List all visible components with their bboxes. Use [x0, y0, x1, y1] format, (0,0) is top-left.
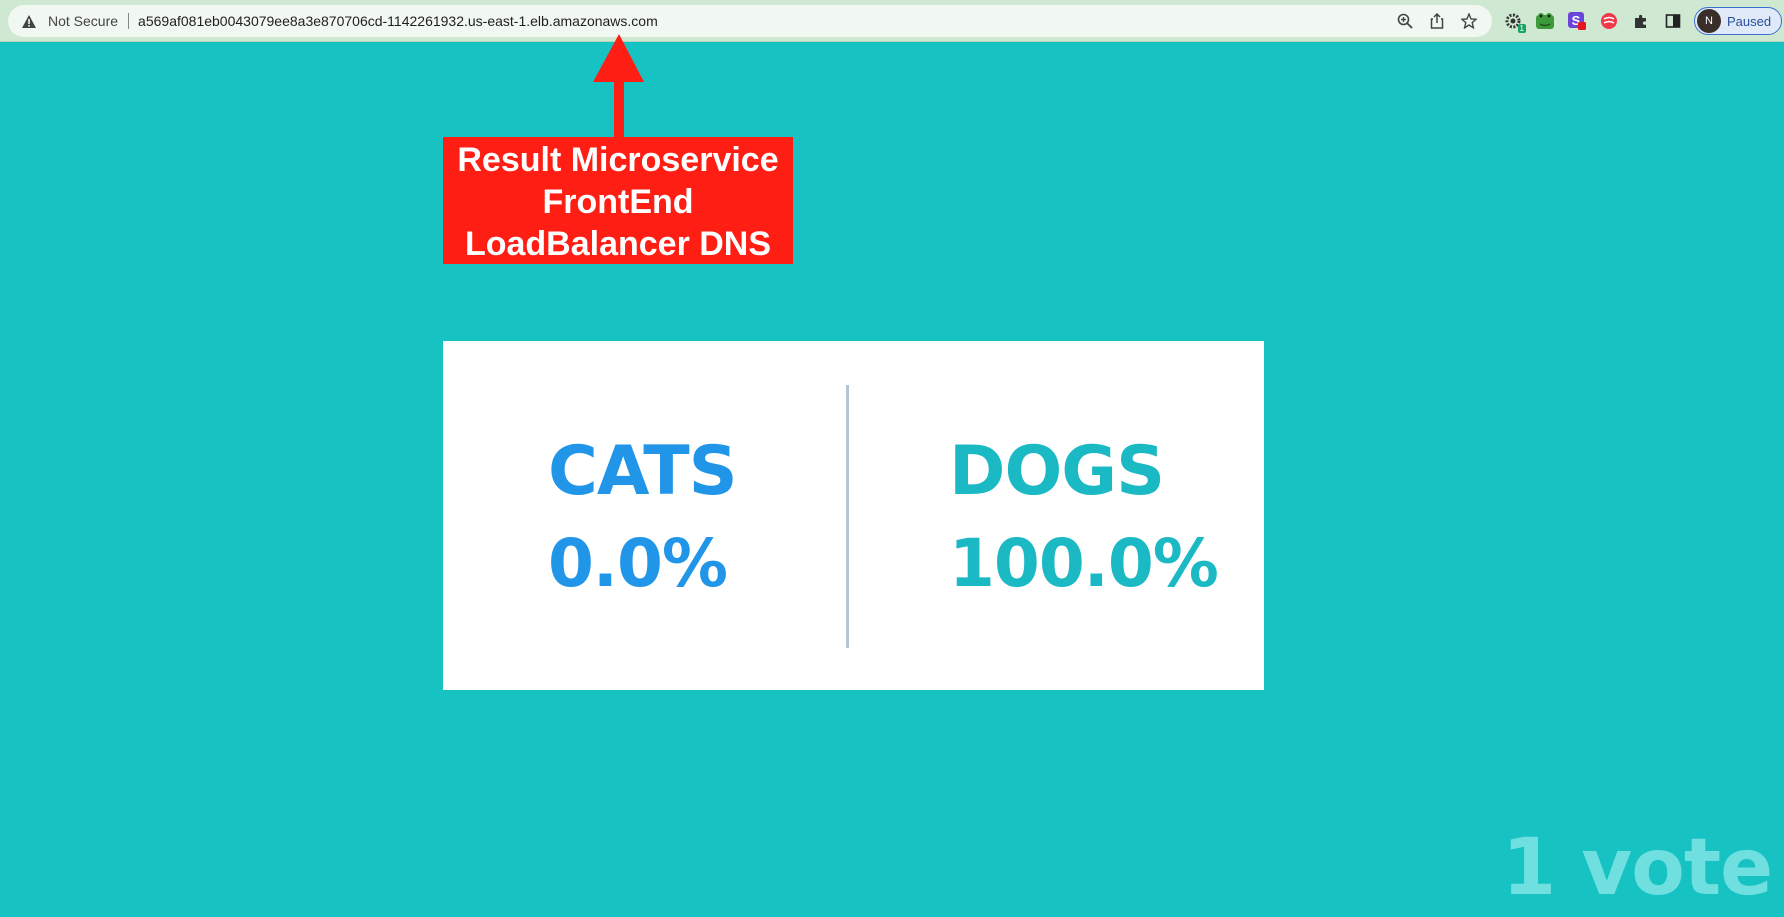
option-b-label: DOGS: [949, 432, 1165, 511]
option-b-percent: 100.0%: [949, 525, 1219, 602]
side-panel-icon[interactable]: [1662, 10, 1684, 32]
url-divider: [128, 13, 130, 29]
annotation-arrow-icon: [593, 34, 644, 137]
extension-badge: 1: [1517, 24, 1526, 33]
profile-button[interactable]: N Paused: [1694, 7, 1783, 35]
callout-line-3: LoadBalancer DNS: [464, 225, 772, 263]
option-a-label: CATS: [548, 432, 738, 511]
callout-line-1: Result Microservice: [457, 141, 779, 179]
extensions-bar: 1 S N Paused: [1502, 6, 1783, 36]
security-status-label[interactable]: Not Secure: [48, 13, 118, 29]
callout-line-2: FrontEnd: [542, 183, 694, 221]
red-extension-icon[interactable]: [1598, 10, 1620, 32]
browser-toolbar: Not Secure a569af081eb0043079ee8a3e87070…: [0, 0, 1784, 42]
zoom-icon[interactable]: [1396, 12, 1414, 30]
option-b-result: DOGS 100.0%: [949, 426, 1219, 610]
vote-count: 1 vote: [1501, 823, 1773, 913]
puzzle-extensions-icon[interactable]: [1630, 10, 1652, 32]
url-text[interactable]: a569af081eb0043079ee8a3e870706cd-1142261…: [138, 13, 658, 29]
avatar: N: [1697, 9, 1721, 33]
s-extension-icon[interactable]: S: [1566, 10, 1588, 32]
annotation-callout: Result Microservice FrontEnd LoadBalance…: [443, 137, 793, 264]
address-bar[interactable]: Not Secure a569af081eb0043079ee8a3e87070…: [8, 5, 1492, 37]
option-a-result: CATS 0.0%: [548, 426, 738, 610]
bookmark-star-icon[interactable]: [1460, 12, 1478, 30]
frog-extension-icon[interactable]: [1534, 10, 1556, 32]
gear-extension-icon[interactable]: 1: [1502, 10, 1526, 33]
warning-icon[interactable]: [22, 14, 40, 28]
results-card: CATS 0.0% DOGS 100.0%: [443, 341, 1264, 690]
results-divider: [846, 385, 849, 648]
option-a-percent: 0.0%: [548, 525, 728, 602]
profile-status-label: Paused: [1727, 13, 1772, 29]
share-icon[interactable]: [1428, 12, 1446, 30]
